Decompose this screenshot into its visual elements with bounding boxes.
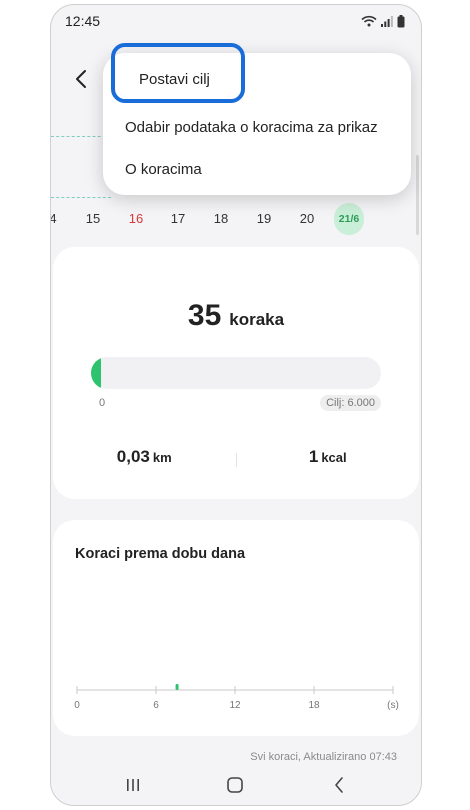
chart-bar — [175, 684, 179, 690]
footer-note: Svi koraci, Aktualizirano 07:43 — [250, 751, 397, 763]
chart-tick-label: (s) — [387, 700, 399, 711]
battery-icon — [397, 14, 405, 27]
calories-unit: kcal — [321, 450, 347, 465]
steps-value: 35 — [187, 299, 222, 332]
chart-tick-label: 0 — [74, 700, 80, 711]
summary-card: 35 koraka 0 Cilj: 6.000 0,03 km 1 kcal — [53, 247, 419, 499]
calories-stat: 1 kcal — [237, 447, 420, 473]
date-strip: 4 15 16 17 18 19 20 21/6 — [51, 203, 421, 239]
overflow-menu: Postavi cilj Odabir podataka o koracima … — [103, 53, 411, 195]
navigation-bar — [51, 767, 421, 803]
chevron-left-icon — [76, 70, 86, 88]
menu-item-set-goal[interactable]: Postavi cilj — [139, 71, 210, 88]
recent-apps-button[interactable] — [119, 773, 147, 797]
date-item[interactable]: 4 — [51, 211, 67, 226]
time-of-day-card: Koraci prema dobu dana 0 6 12 18 (s) — [53, 520, 419, 736]
progress-start-label: 0 — [99, 397, 106, 409]
nav-back-button[interactable] — [325, 773, 353, 797]
goal-badge: Cilj: 6.000 — [320, 395, 381, 411]
date-item[interactable]: 16 — [122, 211, 150, 226]
stats-row: 0,03 km 1 kcal — [53, 447, 419, 473]
calories-value: 1 — [308, 447, 319, 466]
steps-unit: koraka — [229, 310, 285, 329]
distance-unit: km — [152, 450, 172, 465]
wifi-icon — [361, 15, 377, 27]
date-item[interactable]: 19 — [250, 211, 278, 226]
status-bar: 12:45 — [51, 5, 421, 37]
nav-back-icon — [335, 777, 343, 793]
progress-fill — [91, 357, 101, 389]
baseline-line — [51, 197, 111, 198]
status-time: 12:45 — [65, 13, 101, 29]
signal-icon — [381, 16, 393, 27]
date-item[interactable]: 18 — [207, 211, 235, 226]
chart-tick-label: 6 — [153, 700, 159, 711]
date-item[interactable]: 15 — [79, 211, 107, 226]
time-of-day-chart: 0 6 12 18 (s) — [74, 684, 399, 711]
progress-bar — [91, 357, 381, 389]
home-icon — [227, 777, 243, 793]
status-icons — [361, 14, 405, 28]
phone-screen: 12:45 4 15 16 17 18 19 20 21/6 35 koraka… — [50, 4, 422, 806]
date-item-selected[interactable]: 21/6 — [334, 203, 364, 235]
menu-item-select-step-data[interactable]: Odabir podataka o koracima za prikaz — [125, 119, 378, 136]
chart-tick-label: 18 — [308, 700, 320, 711]
goal-line — [51, 136, 111, 137]
date-item[interactable]: 20 — [293, 211, 321, 226]
steps-total: 35 koraka — [53, 299, 419, 333]
distance-stat: 0,03 km — [53, 447, 236, 473]
date-item[interactable]: 17 — [164, 211, 192, 226]
home-button[interactable] — [221, 773, 249, 797]
recent-apps-icon — [127, 779, 139, 791]
chart-tick-label: 12 — [229, 700, 241, 711]
back-button[interactable] — [69, 67, 93, 91]
menu-item-about-steps[interactable]: O koracima — [125, 161, 202, 178]
distance-value: 0,03 — [116, 447, 150, 466]
